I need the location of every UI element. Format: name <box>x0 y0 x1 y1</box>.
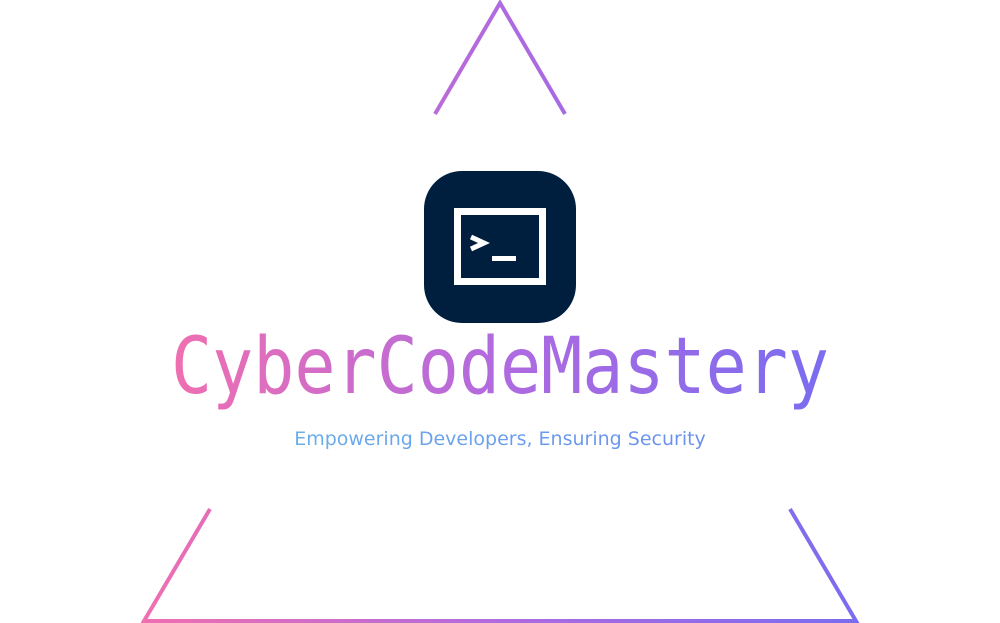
terminal-app-icon <box>424 171 576 323</box>
triangle-base <box>140 507 860 623</box>
brand-name: CyberCodeMastery <box>171 326 829 412</box>
tagline: Empowering Developers, Ensuring Security <box>294 425 706 453</box>
triangle-apex <box>433 0 567 116</box>
terminal-prompt-icon <box>454 208 546 285</box>
